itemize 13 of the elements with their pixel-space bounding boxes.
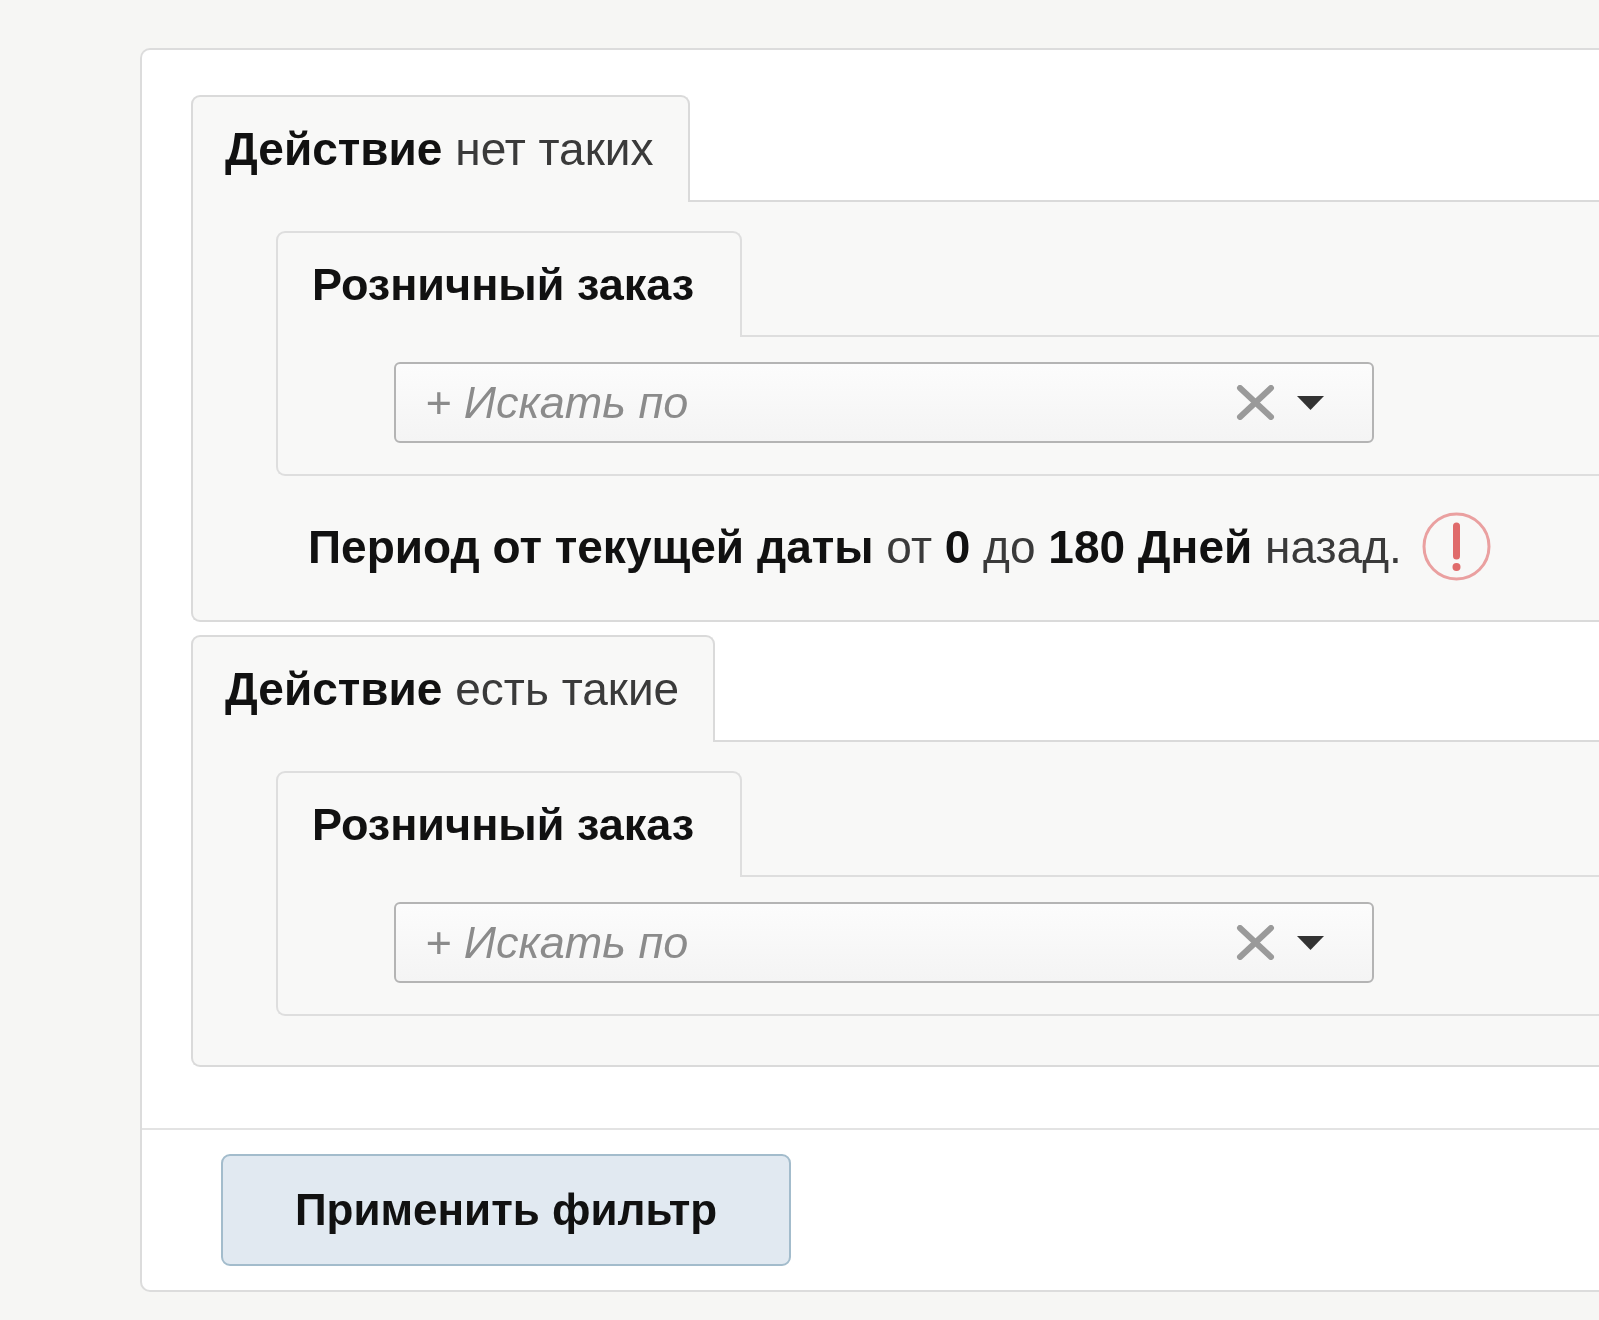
clear-icon[interactable]: [1236, 925, 1275, 960]
group-header: Розничный заказ: [276, 771, 743, 877]
search-select[interactable]: + Искать по: [394, 902, 1374, 983]
apply-filter-button[interactable]: Применить фильтр: [221, 1154, 791, 1266]
clear-icon[interactable]: [1236, 385, 1275, 420]
warning-icon: [1421, 512, 1491, 581]
group-header: Действие есть такие: [191, 635, 716, 742]
dropdown-caret-icon[interactable]: [1297, 935, 1324, 950]
dropdown-caret-icon[interactable]: [1297, 395, 1324, 410]
search-select[interactable]: + Искать по: [394, 362, 1374, 443]
group-header: Розничный заказ: [276, 231, 743, 337]
group-header: Действие нет таких: [191, 95, 690, 202]
period-text: Период от текущей даты от 0 до 180 Дней назад.: [308, 519, 1402, 574]
